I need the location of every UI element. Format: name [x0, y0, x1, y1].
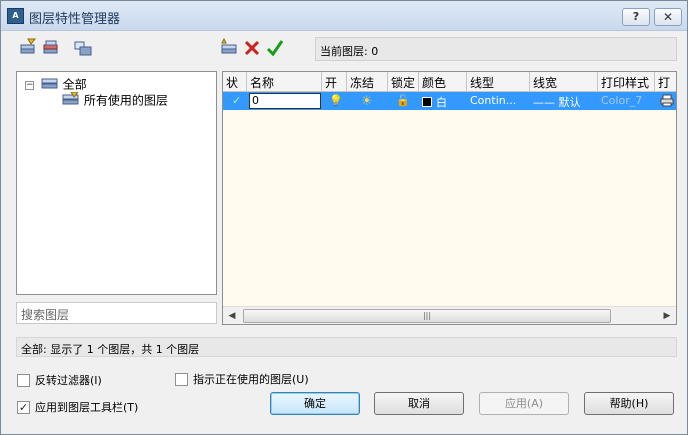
- col-header-on[interactable]: 开: [322, 72, 347, 91]
- col-header-color[interactable]: 颜色: [419, 72, 467, 91]
- tree-item-all-used-layers[interactable]: 所有使用的图层: [62, 91, 168, 110]
- filter-tree[interactable]: − 全部 所有使用的图层: [16, 71, 217, 295]
- apply-to-layers-toolbar-checkbox[interactable]: ✓ 应用到图层工具栏(T): [17, 399, 138, 415]
- col-header-linetype[interactable]: 线型: [467, 72, 530, 91]
- col-header-lineweight[interactable]: 线宽: [530, 72, 598, 91]
- col-header-name[interactable]: 名称: [247, 72, 322, 91]
- layer-list-header: 状 名称 开 冻结 锁定 颜色 线型 线宽 打印样式 打: [223, 72, 676, 92]
- new-property-filter-icon[interactable]: [18, 38, 38, 58]
- title-bar: A 图层特性管理器 ? ✕: [1, 1, 687, 31]
- checkbox-checked-icon[interactable]: ✓: [17, 400, 30, 414]
- col-header-plot[interactable]: 打: [655, 72, 676, 91]
- apply-to-layers-toolbar-label: 应用到图层工具栏(T): [35, 401, 139, 414]
- delete-layer-icon[interactable]: [242, 38, 262, 58]
- new-layer-icon[interactable]: [219, 37, 239, 58]
- layer-lineweight-cell[interactable]: —— 默认: [530, 92, 598, 110]
- new-group-filter-icon[interactable]: [41, 38, 61, 58]
- cancel-button[interactable]: 取消: [374, 392, 464, 415]
- indicate-layers-in-use-label: 指示正在使用的图层(U): [193, 373, 309, 386]
- search-layers-input[interactable]: 搜索图层: [16, 302, 217, 324]
- layer-color-cell[interactable]: 白: [419, 92, 467, 110]
- color-swatch: [422, 97, 432, 107]
- layer-states-manager-icon[interactable]: [73, 38, 93, 58]
- layer-properties-manager-window: A 图层特性管理器 ? ✕ 当前图层: 0 − 全部 所有使用的图层 搜索图层 …: [0, 0, 688, 435]
- window-title: 图层特性管理器: [29, 12, 121, 27]
- checkbox-box[interactable]: [17, 373, 30, 387]
- help-button[interactable]: 帮助(H): [584, 392, 674, 415]
- filter-layers-icon: [62, 91, 80, 110]
- horizontal-scrollbar[interactable]: ◀ ||| ▶: [223, 306, 676, 324]
- tree-label-all-used-layers: 所有使用的图层: [83, 93, 168, 108]
- layer-plot-style-cell: Color_7: [601, 94, 643, 107]
- tree-label-all: 全部: [62, 77, 87, 92]
- scrollbar-thumb[interactable]: |||: [243, 309, 611, 323]
- layers-icon: [41, 76, 59, 94]
- layer-name-field[interactable]: 0: [249, 93, 321, 109]
- scroll-left-icon[interactable]: ◀: [225, 309, 239, 323]
- checkbox-box[interactable]: [175, 372, 188, 386]
- title-close-button[interactable]: ✕: [654, 8, 682, 26]
- invert-filter-checkbox[interactable]: 反转过滤器(I): [17, 372, 102, 388]
- autocad-app-icon: A: [7, 8, 24, 24]
- indicate-layers-in-use-checkbox[interactable]: 指示正在使用的图层(U): [175, 371, 309, 387]
- apply-button[interactable]: 应用(A): [479, 392, 569, 415]
- collapse-toggle-icon[interactable]: −: [25, 80, 34, 90]
- current-layer-label: 当前图层: 0: [315, 37, 677, 61]
- col-header-status[interactable]: 状: [223, 72, 247, 91]
- tree-item-all[interactable]: − 全部: [25, 76, 87, 92]
- col-header-freeze[interactable]: 冻结: [347, 72, 388, 91]
- color-name: 白: [436, 96, 447, 109]
- set-current-layer-icon[interactable]: [265, 38, 285, 58]
- layer-linetype-cell[interactable]: Contin...: [467, 92, 530, 110]
- lightbulb-on-icon[interactable]: 💡: [326, 92, 346, 110]
- table-row[interactable]: ✓ 0 💡 ☀ 🔓 白 Contin... —— 默认 Color_7: [223, 92, 676, 110]
- printer-icon[interactable]: [657, 92, 676, 110]
- scroll-right-icon[interactable]: ▶: [660, 309, 674, 323]
- col-header-lock[interactable]: 锁定: [388, 72, 419, 91]
- ok-button[interactable]: 确定: [270, 392, 360, 415]
- status-bar-text: 全部: 显示了 1 个图层，共 1 个图层: [16, 337, 677, 357]
- title-help-button[interactable]: ?: [622, 8, 650, 26]
- invert-filter-label: 反转过滤器(I): [35, 374, 102, 387]
- padlock-unlocked-icon[interactable]: 🔓: [393, 92, 415, 110]
- current-layer-check-icon: ✓: [232, 94, 242, 107]
- col-header-plot-style[interactable]: 打印样式: [598, 72, 655, 91]
- layer-list[interactable]: 状 名称 开 冻结 锁定 颜色 线型 线宽 打印样式 打 ✓ 0 💡 ☀ 🔓 白…: [222, 71, 677, 325]
- sun-thawed-icon[interactable]: ☀: [358, 92, 380, 110]
